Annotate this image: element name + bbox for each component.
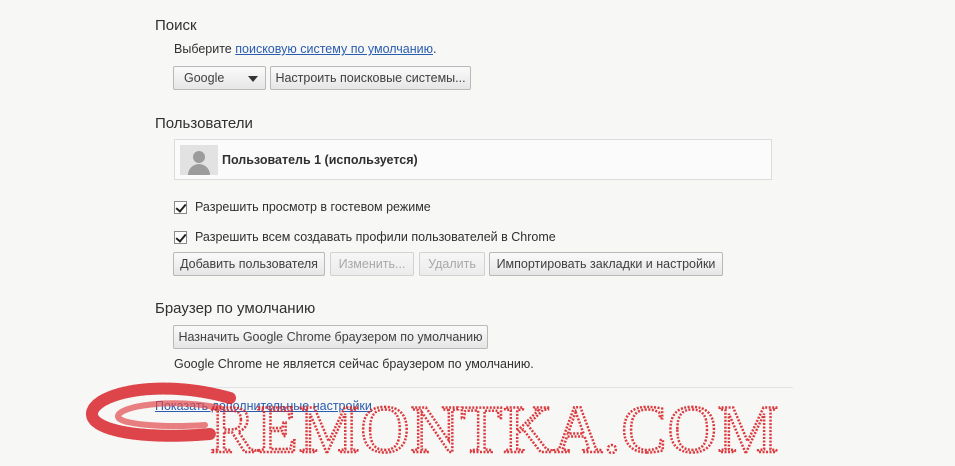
guest-mode-checkbox[interactable]: [174, 200, 187, 214]
watermark-text: REMONTKA.COM: [210, 391, 779, 466]
search-prompt-suffix: .: [433, 42, 437, 56]
manage-search-engines-button[interactable]: Настроить поисковые системы...: [270, 66, 471, 90]
avatar-body-icon: [188, 164, 210, 175]
search-engine-prompt: Выберите поисковую систему по умолчанию.: [174, 42, 437, 56]
delete-user-button[interactable]: Удалить: [419, 252, 485, 276]
avatar: [180, 145, 218, 175]
guest-mode-label: Разрешить просмотр в гостевом режиме: [195, 200, 431, 214]
set-default-browser-button[interactable]: Назначить Google Chrome браузером по умо…: [173, 325, 488, 349]
profiles-row: Разрешить всем создавать профили пользов…: [174, 229, 556, 245]
user-list: Пользователь 1 (используется): [174, 139, 772, 180]
allow-profiles-checkbox[interactable]: [174, 230, 187, 244]
default-browser-section-title: Браузер по умолчанию: [155, 300, 316, 317]
guest-mode-row: Разрешить просмотр в гостевом режиме: [174, 199, 431, 215]
add-user-button[interactable]: Добавить пользователя: [173, 252, 325, 276]
remontka-watermark: REMONTKA.COM: [86, 382, 780, 466]
search-engine-select[interactable]: Google: [173, 66, 266, 90]
search-engine-selected: Google: [184, 71, 225, 85]
default-search-engine-link[interactable]: поисковую систему по умолчанию: [235, 42, 433, 56]
users-section-title: Пользователи: [155, 115, 253, 132]
avatar-head-icon: [193, 151, 205, 163]
watermark-swoosh-inner: [115, 400, 223, 429]
search-section-title: Поиск: [155, 17, 197, 34]
chevron-down-icon: [248, 76, 258, 82]
allow-profiles-label: Разрешить всем создавать профили пользов…: [195, 230, 556, 244]
current-user-name[interactable]: Пользователь 1 (используется): [222, 153, 418, 167]
edit-user-button[interactable]: Изменить...: [330, 252, 414, 276]
import-bookmarks-button[interactable]: Импортировать закладки и настройки: [489, 252, 723, 276]
search-prompt-prefix: Выберите: [174, 42, 236, 56]
